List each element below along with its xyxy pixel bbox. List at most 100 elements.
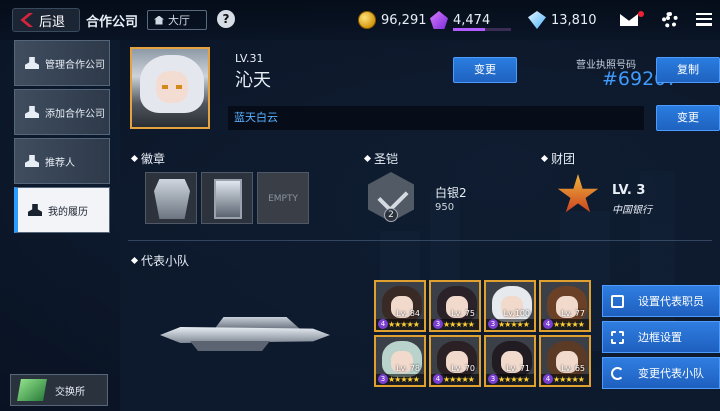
motto-field: 蓝天白云 [228,106,644,130]
member-rank: 4 [543,319,553,329]
sidebar: 管理合作公司 添加合作公司 推荐人 我的履历 [14,40,110,236]
member-level: Lv. 78 [396,364,420,373]
profile-panel: LV.31 沁天 变更 营业执照号码 #69207 复制 蓝天白云 变更 徽章 … [120,40,720,411]
profile-icon [28,204,42,216]
corp-title-text: 财团 [551,152,576,166]
avatar [130,47,210,129]
player-level: LV.31 [235,52,264,65]
rank-tier-number: 2 [384,208,398,222]
gem-icon [528,11,546,29]
badges-section-title: 徽章 [130,150,166,167]
rank-name: 白银2 [435,186,467,200]
back-arrow-icon [20,13,33,27]
member-rank: 3 [433,319,443,329]
mail-icon[interactable] [620,13,638,26]
diamond-icon [363,154,372,163]
coin-icon [358,11,376,29]
team-member-card[interactable]: Lv. 84 ★★★★★ 4 [374,280,426,332]
top-bar: 后退 合作公司 大厅 ? 96,291 4,474 13,810 [0,0,720,40]
page-title: 合作公司 [86,15,139,30]
change-team-button[interactable]: 变更代表小队 [602,357,720,389]
rank-title-text: 圣铠 [374,152,399,166]
set-representative-button[interactable]: 设置代表职员 [602,285,720,317]
team-member-card[interactable]: Lv. 70 ★★★★★ 4 [429,335,481,387]
swap-icon [611,366,624,380]
sidebar-item-label: 我的履历 [48,206,88,218]
diamond-icon [540,154,549,163]
gem-amount: 13,810 [551,12,597,28]
corp-section-title: 财团 [540,150,576,167]
sidebar-item-label: 推荐人 [45,157,75,169]
team-section-title: 代表小队 [130,252,190,269]
member-rank: 3 [488,319,498,329]
back-button[interactable]: 后退 [12,8,80,32]
corp-name: 中国银行 [612,205,652,216]
member-level: Lv. 75 [451,309,475,318]
exchange-label: 交换所 [55,386,85,398]
user-icon [25,155,39,167]
frame-icon [611,330,624,344]
member-rank: 3 [488,374,498,384]
frame-settings-label: 边框设置 [638,331,682,344]
gear-icon[interactable] [662,12,678,28]
corp-star-icon [557,174,599,213]
back-label: 后退 [39,14,66,30]
crystal-progress-fill [453,28,485,31]
corp-level: LV. 3 [612,183,646,198]
home-icon [154,15,164,25]
help-icon[interactable]: ? [217,10,235,28]
sidebar-item-referrer[interactable]: 推荐人 [14,138,110,184]
divider [128,240,712,241]
sidebar-item-my-profile[interactable]: 我的履历 [14,187,110,233]
diamond-icon [130,256,139,265]
team-member-card[interactable]: Lv.100 ★★★★★ 3 [484,280,536,332]
member-level: Lv. 77 [561,309,585,318]
sidebar-item-label: 管理合作公司 [45,59,105,71]
member-rank: 4 [433,374,443,384]
change-team-label: 变更代表小队 [638,367,704,380]
change-motto-button[interactable]: 变更 [656,105,720,131]
battleship-image [150,305,350,365]
sidebar-item-label: 添加合作公司 [45,108,105,120]
copy-button[interactable]: 复制 [656,57,720,83]
badge-slot-empty[interactable]: EMPTY [257,172,309,224]
exchange-icon [17,379,47,401]
team-member-card[interactable]: Lv. 78 ★★★★★ 3 [374,335,426,387]
crystal-amount: 4,474 [453,12,491,28]
add-user-icon [25,106,39,118]
exchange-button[interactable]: 交换所 [10,374,108,406]
badges-title-text: 徽章 [141,152,166,166]
team-member-card[interactable]: Lv. 77 ★★★★★ 4 [539,280,591,332]
team-member-card[interactable]: Lv. 71 ★★★★★ 3 [484,335,536,387]
coin-amount: 96,291 [381,12,427,28]
member-rank: 4 [543,374,553,384]
team-title-text: 代表小队 [141,254,190,268]
member-rank: 4 [378,319,388,329]
lobby-button[interactable]: 大厅 [147,10,207,30]
rank-points: 950 [435,202,455,213]
badge-slot[interactable] [201,172,253,224]
set-representative-label: 设置代表职员 [638,295,704,308]
member-level: Lv. 70 [451,364,475,373]
member-level: Lv. 84 [396,309,420,318]
member-rank: 3 [378,374,388,384]
team-member-card[interactable]: Lv. 75 ★★★★★ 3 [429,280,481,332]
sidebar-item-manage-partners[interactable]: 管理合作公司 [14,40,110,86]
badge-slot[interactable] [145,172,197,224]
member-level: Lv. 71 [506,364,530,373]
rank-section-title: 圣铠 [363,150,399,167]
gem-counter[interactable]: 13,810 [528,11,597,29]
team-member-card[interactable]: Lv. 65 ★★★★★ 4 [539,335,591,387]
menu-icon[interactable] [696,13,712,26]
lobby-label: 大厅 [168,14,190,27]
crystal-progress-bar [453,28,511,31]
coin-counter: 96,291 [358,11,427,29]
crystal-icon [430,11,448,29]
portrait-icon [611,294,624,308]
sidebar-item-add-partner[interactable]: 添加合作公司 [14,89,110,135]
member-level: Lv. 65 [561,364,585,373]
crystal-counter[interactable]: 4,474 [430,11,490,29]
company-icon [25,57,39,69]
change-name-button[interactable]: 变更 [453,57,517,83]
frame-settings-button[interactable]: 边框设置 [602,321,720,353]
